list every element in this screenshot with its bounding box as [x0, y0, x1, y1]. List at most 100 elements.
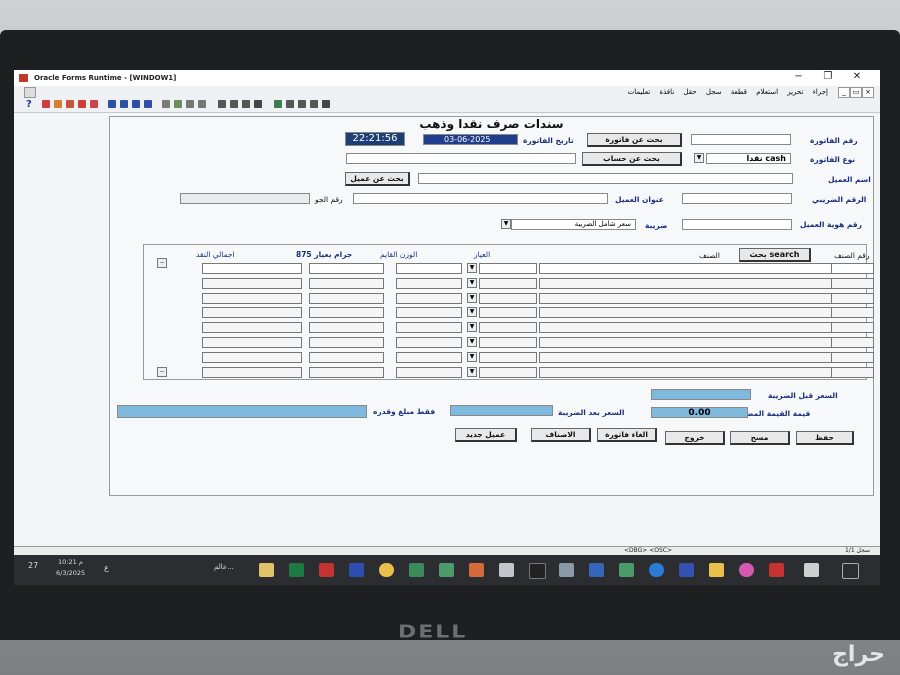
- karat-cell[interactable]: [479, 307, 537, 319]
- customer-id-field[interactable]: [682, 219, 792, 230]
- grid-scroll-up-icon[interactable]: ‒: [157, 258, 167, 268]
- mobile-field[interactable]: [180, 193, 310, 204]
- karat-dropdown-icon[interactable]: ▼: [467, 307, 477, 318]
- photos-icon[interactable]: [739, 563, 754, 577]
- menu-help[interactable]: تعليمات: [628, 88, 651, 96]
- file-explorer-icon[interactable]: [259, 563, 274, 577]
- save-button[interactable]: حفظ: [796, 431, 854, 445]
- price-before-tax-field[interactable]: [651, 389, 751, 400]
- app-red-icon[interactable]: [319, 563, 334, 577]
- query-icon[interactable]: [162, 100, 170, 108]
- weight-cell[interactable]: [396, 292, 462, 304]
- menu-record[interactable]: سجل: [706, 88, 722, 96]
- invoice-type-field[interactable]: نقدا cash: [706, 153, 791, 164]
- delete-icon[interactable]: [254, 100, 262, 108]
- cancel-query-icon[interactable]: [198, 100, 206, 108]
- lock-record-icon[interactable]: [242, 100, 250, 108]
- tax-type-dropdown-icon[interactable]: ▼: [501, 219, 511, 229]
- weight-cell[interactable]: [396, 351, 462, 363]
- total-cash-cell[interactable]: [202, 307, 302, 319]
- amount-words-field[interactable]: [117, 405, 367, 418]
- edge-icon[interactable]: [649, 563, 664, 577]
- item-description-cell[interactable]: [539, 277, 832, 289]
- grams-875-cell[interactable]: [309, 263, 384, 274]
- app-blue-icon[interactable]: [349, 563, 364, 577]
- karat-dropdown-icon[interactable]: ▼: [467, 322, 477, 333]
- menu-block[interactable]: قطعة: [731, 88, 747, 96]
- item-description-cell[interactable]: [539, 307, 832, 319]
- weight-cell[interactable]: [396, 322, 462, 334]
- karat-dropdown-icon[interactable]: ▼: [467, 292, 477, 303]
- weight-cell[interactable]: [396, 337, 462, 348]
- next-record-icon[interactable]: [120, 100, 128, 108]
- grams-875-cell[interactable]: [309, 366, 384, 378]
- karat-dropdown-icon[interactable]: ▼: [467, 366, 477, 377]
- grams-875-cell[interactable]: [309, 351, 384, 363]
- item-description-cell[interactable]: [539, 322, 832, 334]
- karat-cell[interactable]: [479, 292, 537, 304]
- print-icon[interactable]: [54, 100, 62, 108]
- tax-type-field[interactable]: سعر شامل الضريبة: [511, 219, 636, 230]
- karat-dropdown-icon[interactable]: ▼: [467, 337, 477, 347]
- account-field[interactable]: [346, 153, 576, 164]
- grams-875-cell[interactable]: [309, 277, 384, 289]
- weight-cell[interactable]: [396, 277, 462, 289]
- execute-query-icon[interactable]: [174, 100, 182, 108]
- excel-icon[interactable]: [289, 563, 304, 577]
- weight-cell[interactable]: [396, 307, 462, 319]
- remove-record-icon[interactable]: [230, 100, 238, 108]
- total-cash-cell[interactable]: [202, 322, 302, 334]
- new-customer-button[interactable]: عميل جديد: [455, 428, 517, 442]
- last-record-icon[interactable]: [144, 100, 152, 108]
- customer-address-field[interactable]: [353, 193, 608, 204]
- karat-cell[interactable]: [479, 322, 537, 334]
- search-invoice-button[interactable]: بحث عن فاتورة: [587, 133, 682, 147]
- app-tree2-icon[interactable]: [619, 563, 634, 577]
- item-description-cell[interactable]: [539, 337, 832, 348]
- tax-number-field[interactable]: [682, 193, 792, 204]
- save-icon[interactable]: [42, 100, 50, 108]
- total-cash-cell[interactable]: [202, 337, 302, 348]
- chrome-icon[interactable]: [379, 563, 394, 577]
- customer-name-field[interactable]: [418, 173, 793, 184]
- weight-cell[interactable]: [396, 263, 462, 274]
- karat-cell[interactable]: [479, 337, 537, 348]
- karat-cell[interactable]: [479, 277, 537, 289]
- cancel-invoice-button[interactable]: الغاء فاتورة: [597, 428, 657, 442]
- mdi-minimize-icon[interactable]: _: [838, 87, 850, 98]
- item-description-cell[interactable]: [539, 263, 832, 274]
- price-after-tax-field[interactable]: [450, 405, 553, 416]
- first-record-icon[interactable]: [108, 100, 116, 108]
- clear-button[interactable]: مسح: [730, 431, 790, 445]
- item-search-button[interactable]: بحث search: [739, 248, 811, 262]
- app-green-icon[interactable]: [409, 563, 424, 577]
- item-description-cell[interactable]: [539, 292, 832, 304]
- edit-icon[interactable]: [286, 100, 294, 108]
- menu-action[interactable]: إجراء: [813, 88, 828, 96]
- close-button[interactable]: ✕: [844, 71, 870, 82]
- exit-button[interactable]: خروج: [665, 431, 725, 445]
- invoice-date-field[interactable]: 03-06-2025: [423, 134, 518, 145]
- cut-icon[interactable]: [78, 100, 86, 108]
- mdi-close-icon[interactable]: ×: [862, 87, 874, 98]
- grams-875-cell[interactable]: [309, 307, 384, 319]
- grams-875-cell[interactable]: [309, 337, 384, 348]
- grams-875-cell[interactable]: [309, 292, 384, 304]
- menu-edit[interactable]: تحرير: [787, 88, 803, 96]
- item-description-cell[interactable]: [539, 366, 832, 378]
- maximize-button[interactable]: ❐: [815, 71, 841, 82]
- menu-field[interactable]: حقل: [683, 88, 696, 96]
- menu-query[interactable]: استعلام: [756, 88, 778, 96]
- karat-cell[interactable]: [479, 366, 537, 378]
- app-gray-icon[interactable]: [499, 563, 514, 577]
- help-icon[interactable]: ?: [26, 99, 32, 110]
- oracle-forms-icon[interactable]: [679, 563, 694, 577]
- karat-cell[interactable]: [479, 263, 537, 274]
- duplicate-icon[interactable]: [310, 100, 318, 108]
- menu-window[interactable]: نافذة: [659, 88, 674, 96]
- terminal-icon[interactable]: [529, 563, 546, 579]
- previous-record-icon[interactable]: [132, 100, 140, 108]
- items-button[interactable]: الاصناف: [531, 428, 591, 442]
- app-tree-icon[interactable]: [439, 563, 454, 577]
- search-customer-button[interactable]: بحث عن عميل: [345, 172, 410, 186]
